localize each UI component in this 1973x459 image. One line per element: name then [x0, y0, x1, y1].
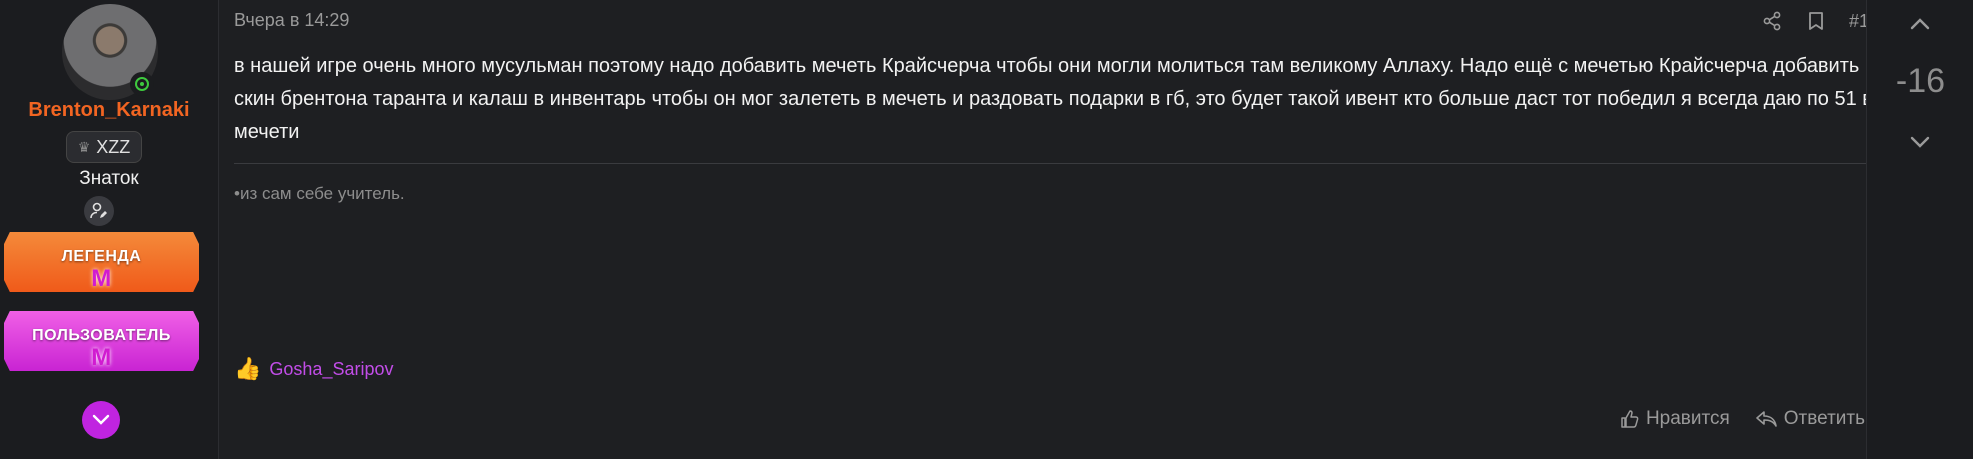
- post-date[interactable]: Вчера в 14:29: [234, 10, 349, 31]
- vote-panel: -16: [1866, 0, 1973, 459]
- user-edit-icon[interactable]: [84, 196, 114, 226]
- share-icon[interactable]: [1761, 10, 1783, 32]
- reply-button[interactable]: Ответить: [1755, 408, 1865, 430]
- like-label: Нравится: [1645, 408, 1730, 429]
- signature: •из сам себе учитель.: [234, 184, 405, 203]
- bookmark-icon[interactable]: [1805, 10, 1827, 32]
- reply-label: Ответить: [1783, 408, 1865, 429]
- chevron-down-icon: [92, 414, 110, 425]
- author-username[interactable]: Brenton_Karnaki: [0, 99, 218, 122]
- expand-user-button[interactable]: [82, 401, 120, 439]
- thumbs-up-outline-icon: [1621, 410, 1639, 428]
- post-footer-actions: Нравится Ответить: [1620, 408, 1865, 430]
- chevron-up-icon: [1910, 18, 1930, 30]
- vote-down-button[interactable]: [1902, 128, 1938, 158]
- banner-logo: M: [91, 265, 112, 292]
- liker-name[interactable]: Gosha_Saripov: [269, 359, 393, 380]
- vote-up-button[interactable]: [1902, 8, 1938, 38]
- post-header-actions: #1: [1761, 10, 1869, 32]
- like-button[interactable]: Нравится: [1620, 408, 1730, 430]
- rank-label: XZZ: [96, 136, 131, 157]
- rank-badge[interactable]: ♛ XZZ: [66, 131, 142, 163]
- banner-label: ЛЕГЕНДА: [61, 248, 142, 265]
- reply-icon: [1755, 411, 1777, 427]
- post-body: в нашей игре очень много мусульман поэто…: [234, 55, 1873, 143]
- chevron-down-icon: [1910, 136, 1930, 148]
- likes-list: 👍 Gosha_Saripov: [234, 358, 393, 380]
- signature-divider: [234, 163, 1866, 164]
- vote-score: -16: [1895, 62, 1946, 100]
- banner-logo: M: [91, 344, 112, 371]
- crown-icon: ♛: [77, 138, 91, 155]
- online-status-icon: [130, 72, 154, 96]
- thumbs-up-icon: 👍: [234, 356, 262, 381]
- banner-label: ПОЛЬЗОВАТЕЛЬ: [32, 327, 171, 344]
- banner-user: ПОЛЬЗОВАТЕЛЬ M: [4, 311, 199, 371]
- author-panel: Brenton_Karnaki ♛ XZZ Знаток ЛЕГЕНДА M П…: [0, 0, 219, 459]
- user-title: Знаток: [79, 168, 139, 189]
- avatar-wrap[interactable]: [62, 4, 158, 100]
- banner-legend: ЛЕГЕНДА M: [4, 232, 199, 292]
